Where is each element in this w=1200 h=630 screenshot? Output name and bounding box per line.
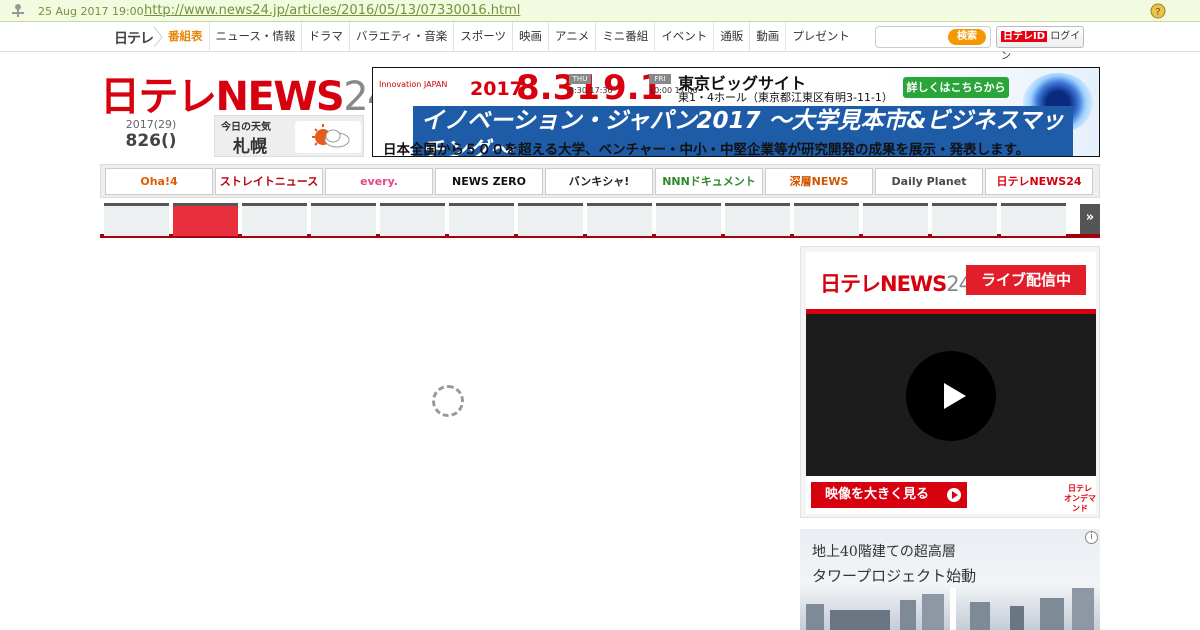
ad-event-logo: Innovation JAPAN [379, 80, 448, 89]
category-tabs: » [100, 202, 1100, 238]
archive-timestamp: 25 Aug 2017 19:00 [38, 5, 144, 18]
building-graphic [1010, 606, 1024, 630]
loading-spinner-icon [432, 385, 464, 417]
top-banner-ad[interactable]: Innovation JAPAN 2017 8.31 THU 9:30 17:3… [372, 67, 1100, 157]
global-nav-item[interactable]: ニュース・情報 [210, 22, 303, 52]
global-nav-item[interactable]: 番組表 [162, 22, 210, 52]
global-nav-item[interactable]: ミニ番組 [596, 22, 656, 52]
ad-info-icon[interactable]: i [1085, 531, 1098, 544]
category-tab[interactable] [173, 203, 238, 236]
arrow-right-icon [947, 488, 961, 502]
ad-year: 2017 [470, 78, 523, 100]
play-icon[interactable] [906, 351, 996, 441]
login-button[interactable]: 日テレID ログイン [996, 26, 1084, 62]
ad-line1: 地上40階建ての超高層 [812, 544, 956, 560]
building-graphic [922, 594, 944, 630]
archive-logo-icon[interactable] [10, 3, 26, 19]
building-graphic [950, 588, 956, 630]
bottom-ad[interactable]: 地上40階建ての超高層 タワープロジェクト始動 i [800, 529, 1100, 630]
program-link[interactable]: NEWS ZERO [435, 168, 543, 195]
live-footer: 映像を大きく見る 日テレ オンデマンド [806, 476, 1096, 514]
category-tab[interactable] [449, 203, 514, 236]
global-nav-item[interactable]: イベント [655, 22, 715, 52]
category-tab[interactable] [932, 203, 997, 236]
video-player[interactable] [806, 314, 1096, 476]
global-nav-item[interactable]: ドラマ [302, 22, 350, 52]
ad-day2: FRI [649, 74, 671, 84]
category-tab[interactable] [656, 203, 721, 236]
global-nav-items: 番組表 ニュース・情報 ドラマ バラエティ・音楽 スポーツ 映画 アニメ ミニ番組 イベント 通販… [162, 22, 856, 52]
archive-url-link[interactable]: http://www.news24.jp/articles/2016/05/13… [144, 3, 520, 18]
date-year: 2017(29) [125, 118, 177, 131]
global-nav-item[interactable]: 動画 [750, 22, 787, 52]
program-link[interactable]: Daily Planet [875, 168, 983, 195]
category-tab[interactable] [518, 203, 583, 236]
building-graphic [970, 602, 990, 630]
ad-subtext: 日本全国から５００を超える大学、ベンチャー・中小・中堅企業等が研究開発の成果を展… [383, 142, 1030, 157]
svg-text:?: ? [1155, 7, 1160, 18]
live-logo-text: 日テレNEWS [820, 272, 947, 296]
building-graphic [830, 610, 890, 630]
category-tab[interactable] [794, 203, 859, 236]
program-bar: Oha!4 ストレイトニュース every. NEWS ZERO バンキシャ! NNNドキ… [100, 164, 1100, 198]
global-nav-item[interactable]: アニメ [549, 22, 597, 52]
building-graphic [1072, 588, 1094, 630]
live-stream-box: 日テレNEWS24 ライブ配信中 映像を大きく見る 日テレ オンデマンド [800, 246, 1100, 518]
building-graphic [806, 604, 824, 630]
program-link[interactable]: Oha!4 [105, 168, 213, 195]
global-nav-item[interactable]: 通販 [714, 22, 751, 52]
site-logo[interactable]: 日テレNEWS24 [100, 64, 393, 122]
live-badge[interactable]: ライブ配信中 [966, 265, 1086, 295]
archive-bar: 25 Aug 2017 19:00 http://www.news24.jp/a… [0, 0, 1200, 22]
watch-large-label: 映像を大きく見る [825, 487, 930, 502]
date-box: 2017(29) 826() [118, 118, 184, 151]
ntv-logo[interactable]: 日テレ [114, 28, 154, 48]
live-logo: 日テレNEWS24 [820, 268, 972, 298]
help-icon[interactable]: ? [1150, 3, 1166, 19]
global-nav: 日テレ 番組表 ニュース・情報 ドラマ バラエティ・音楽 スポーツ 映画 アニメ ミニ番組 イベ… [0, 22, 1200, 62]
ad-line2: タワープロジェクト始動 [812, 567, 977, 585]
program-link[interactable]: every. [325, 168, 433, 195]
program-link[interactable]: ストレイトニュース [215, 168, 323, 195]
category-tab[interactable] [311, 203, 376, 236]
ad-day1: THU [569, 74, 591, 84]
category-tab[interactable] [380, 203, 445, 236]
ntv-id-label: 日テレID [1001, 31, 1048, 42]
ad-detail-button[interactable]: 詳しくはこちらから [903, 77, 1009, 98]
program-link[interactable]: 深層NEWS [765, 168, 873, 195]
weather-label: 今日の天気 [221, 122, 271, 133]
weather-icon-box [295, 121, 361, 153]
weather-widget[interactable]: 今日の天気 札幌 [214, 115, 364, 157]
watch-large-button[interactable]: 映像を大きく見る [811, 482, 967, 508]
category-tab[interactable] [242, 203, 307, 236]
category-tab[interactable] [725, 203, 790, 236]
ad-hall: 東1・4ホール（東京都江東区有明3-11-1） [678, 91, 893, 104]
program-link[interactable]: 日テレNEWS24 [985, 168, 1093, 195]
sun-cloud-icon [312, 124, 350, 148]
global-nav-item[interactable]: プレゼント [786, 22, 856, 52]
building-graphic [900, 600, 916, 630]
building-graphic [1040, 598, 1064, 630]
category-tab[interactable] [863, 203, 928, 236]
category-tab[interactable] [104, 203, 169, 236]
site-logo-text: 日テレNEWS [100, 74, 345, 120]
category-tab[interactable] [1001, 203, 1066, 236]
search-button[interactable]: 検索 [948, 29, 986, 45]
global-nav-item[interactable]: 映画 [513, 22, 550, 52]
ntv-ondemand-logo[interactable]: 日テレ オンデマンド [1064, 484, 1096, 514]
date-day: 826() [125, 131, 177, 151]
weather-city: 札幌 [233, 137, 267, 157]
global-nav-item[interactable]: バラエティ・音楽 [350, 22, 455, 52]
program-link[interactable]: NNNドキュメント [655, 168, 763, 195]
category-tab[interactable] [587, 203, 652, 236]
tab-next-button[interactable]: » [1080, 204, 1100, 234]
global-nav-item[interactable]: スポーツ [454, 22, 514, 52]
live-header: 日テレNEWS24 ライブ配信中 [806, 252, 1096, 314]
program-link[interactable]: バンキシャ! [545, 168, 653, 195]
